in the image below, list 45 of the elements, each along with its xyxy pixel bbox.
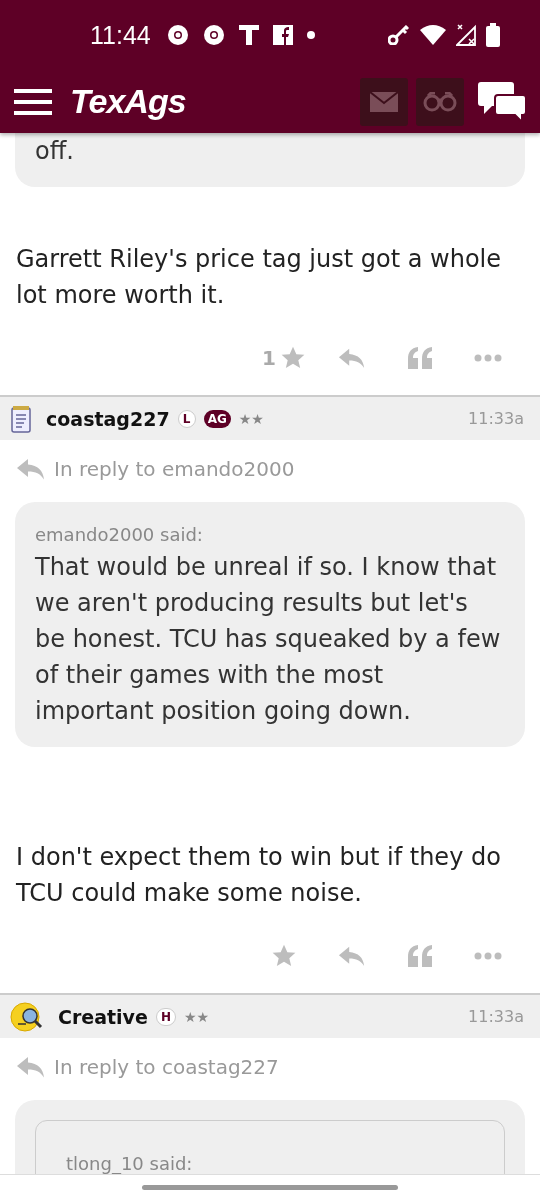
more-icon	[474, 952, 502, 960]
browser-icon	[166, 24, 189, 46]
quote-icon	[407, 347, 433, 369]
browser-icon	[202, 24, 225, 46]
reply-icon	[338, 944, 366, 968]
t-app-icon	[238, 25, 259, 45]
chat-icon	[478, 81, 526, 122]
more-icon	[474, 354, 502, 362]
reply-icon	[338, 346, 366, 370]
wifi-icon	[420, 25, 446, 45]
magnifier-face-icon	[10, 999, 44, 1034]
author-name[interactable]: Creative	[58, 1005, 148, 1028]
user-badge: AG	[203, 409, 231, 428]
notepad-icon	[10, 404, 32, 433]
user-badge: L	[177, 409, 196, 428]
binoculars-icon	[423, 91, 457, 112]
user-badge: H	[155, 1007, 176, 1026]
quote-text: off.	[35, 136, 75, 167]
no-signal-icon	[456, 24, 476, 46]
dot-icon	[306, 31, 315, 39]
quote-attribution: tlong_10 said:	[66, 1153, 194, 1174]
gesture-bar[interactable]	[142, 1185, 398, 1190]
messages-button[interactable]	[360, 77, 408, 126]
star-icon	[271, 943, 297, 969]
facebook-icon	[272, 25, 293, 45]
mail-icon	[370, 91, 398, 112]
status-time: 11:44	[90, 20, 151, 50]
key-icon	[388, 25, 410, 45]
menu-icon[interactable]	[14, 87, 52, 116]
user-rating: ★★	[183, 1008, 210, 1025]
star-icon	[279, 345, 306, 371]
quote-icon	[407, 945, 433, 967]
app-logo[interactable]: TexAgs	[70, 82, 186, 121]
post-time: 11:33a	[468, 1007, 524, 1026]
quote-text: That would be unreal if so. I know that we aren't producing results but let's be honest. TCU has squeaked by a few of their games with the most important position going down.	[35, 552, 502, 727]
reply-icon	[16, 1055, 46, 1079]
author-name[interactable]: coastag227	[46, 407, 170, 430]
quote-attribution: emando2000 said:	[35, 524, 204, 545]
reply-icon	[16, 457, 46, 481]
post-text: Garrett Riley's price tag just got a whole lot more worth it.	[15, 244, 503, 311]
battery-icon	[486, 23, 500, 47]
post-text: I don't expect them to win but if they do TCU could make some noise.	[15, 842, 502, 909]
binoculars-button[interactable]	[416, 77, 464, 126]
user-rating: ★★	[238, 410, 264, 427]
post-time: 11:33a	[468, 409, 524, 428]
